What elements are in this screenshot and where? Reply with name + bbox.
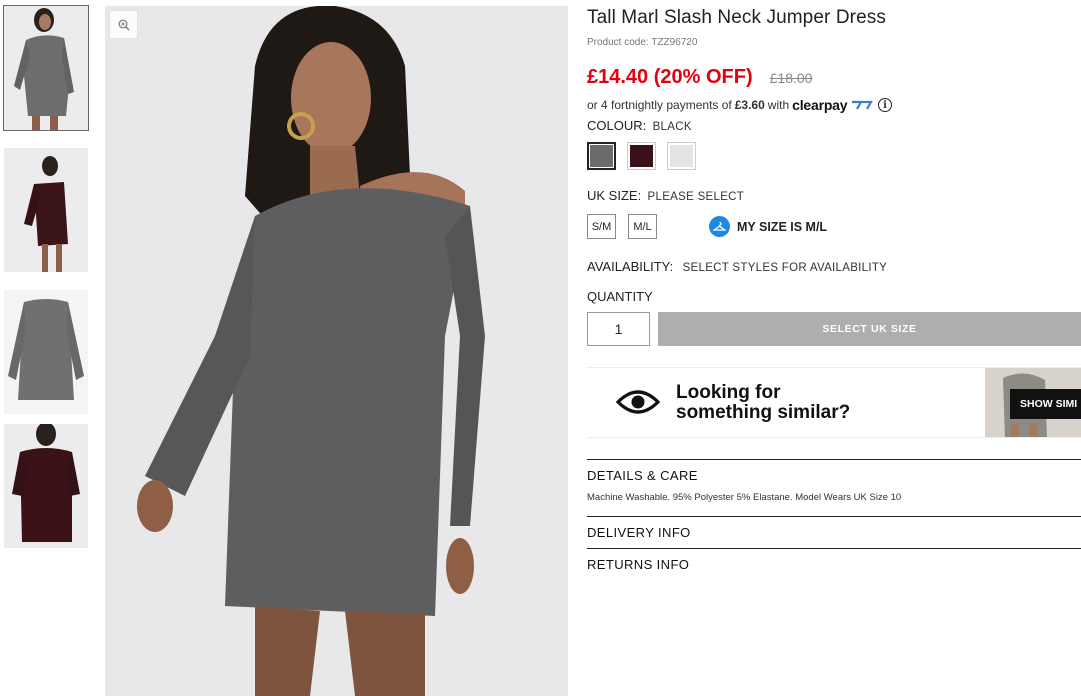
similar-text: Looking for something similar? [676,383,850,423]
size-option-ml[interactable]: M/L [628,214,657,239]
swatch-light-grey[interactable] [667,142,696,170]
model-photo [105,6,568,696]
swatch-fill [590,145,613,167]
quantity-row: QUANTITY [587,289,653,304]
delivery-accordion[interactable]: DELIVERY INFO [587,516,1081,540]
swatch-fill [630,145,653,167]
quantity-input[interactable]: 1 [587,312,650,346]
similar-line-2: something similar? [676,402,851,423]
price-row: £14.40 (20% OFF) £18.00 [587,66,812,89]
my-size-text: MY SIZE IS M/L [737,219,828,234]
clearpay-logo: clearpay [792,97,873,113]
eye-icon [615,390,661,414]
thumbnail-1[interactable] [3,5,89,131]
my-size-link[interactable]: MY SIZE IS M/L [709,216,827,237]
swatch-fill [670,145,693,167]
main-product-image[interactable] [105,6,568,696]
colour-swatches [587,142,696,170]
show-similar-button[interactable]: SHOW SIMI [1010,389,1081,419]
returns-accordion[interactable]: RETURNS INFO [587,548,1081,572]
clearpay-row: or 4 fortnightly payments of £3.60 with … [587,97,893,113]
size-options: S/M M/L [587,214,657,239]
select-size-button[interactable]: SELECT UK SIZE [658,312,1081,346]
clearpay-amount: £3.60 [734,98,765,112]
colour-value: BLACK [652,121,692,133]
thumbnail-image [4,148,88,272]
details-text: Machine Washable. 95% Polyester 5% Elast… [587,492,902,503]
thumbnail-image [4,424,88,548]
size-label: UK SIZE: [587,188,642,203]
details-heading[interactable]: DETAILS & CARE [587,460,1081,483]
clearpay-with: with [767,98,790,112]
thumbnail-2[interactable] [4,148,88,272]
clearpay-prefix: or 4 fortnightly payments of [587,98,732,112]
similar-items-banner[interactable]: Looking for something similar? SHOW SIMI [587,367,1081,438]
details-accordion[interactable]: DETAILS & CARE Machine Washable. 95% Pol… [587,459,1081,503]
quantity-label: QUANTITY [587,289,653,304]
colour-row: COLOUR: BLACK [587,118,692,133]
swatch-wine[interactable] [627,142,656,170]
hanger-icon [709,216,730,237]
sale-price: £14.40 (20% OFF) [587,66,753,88]
swatch-charcoal[interactable] [587,142,616,170]
product-title: Tall Marl Slash Neck Jumper Dress [587,7,886,28]
returns-heading[interactable]: RETURNS INFO [587,549,1081,572]
availability-value: SELECT STYLES FOR AVAILABILITY [682,262,888,274]
availability-row: AVAILABILITY: SELECT STYLES FOR AVAILABI… [587,259,887,274]
thumbnail-3[interactable] [4,290,88,414]
size-row: UK SIZE: PLEASE SELECT [587,188,744,203]
clearpay-arrows-icon [852,100,873,110]
colour-label: COLOUR: [587,118,647,133]
size-option-sm[interactable]: S/M [587,214,616,239]
info-icon[interactable]: i [878,98,893,112]
similar-line-1: Looking for [676,382,781,403]
thumbnail-image [4,6,88,130]
size-value: PLEASE SELECT [647,191,745,203]
clearpay-logo-text: clearpay [792,97,848,113]
zoom-button[interactable] [109,10,138,39]
thumbnail-image [4,290,88,414]
thumbnail-4[interactable] [4,424,88,548]
original-price: £18.00 [769,70,813,86]
product-code: Product code: TZZ96720 [587,37,698,48]
zoom-in-icon [118,19,129,30]
availability-label: AVAILABILITY: [587,259,674,274]
delivery-heading[interactable]: DELIVERY INFO [587,517,1081,540]
